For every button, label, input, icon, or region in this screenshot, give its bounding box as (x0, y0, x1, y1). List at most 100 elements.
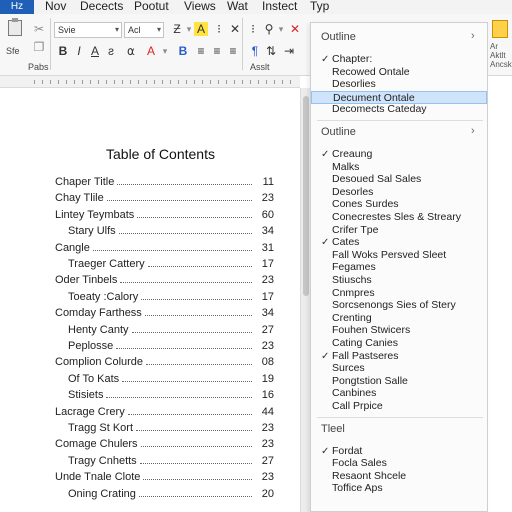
menu-item-wat[interactable]: Wat (227, 0, 248, 12)
panel-menu-item[interactable]: Crifer Tpe (311, 224, 487, 237)
panel-menu-item[interactable]: Pongtstion Salle (311, 375, 487, 388)
align-left-icon[interactable]: ≡ (194, 44, 208, 58)
menu-item-decects[interactable]: Decects (80, 0, 123, 12)
text-effects-icon[interactable]: ⍺ (124, 44, 138, 58)
panel-menu-item[interactable]: ✓ Fordat (311, 445, 487, 458)
checkmark-icon: ✓ (321, 237, 330, 249)
panel-menu-item[interactable]: Desorlies (311, 78, 487, 91)
bullets-icon[interactable]: ⁝ (246, 22, 260, 36)
toc-entry[interactable]: Oning Crating 20 (68, 488, 274, 502)
bold-button[interactable]: B (56, 44, 70, 58)
align-center-icon[interactable]: ≡ (210, 44, 224, 58)
panel-menu-item-label: Fall Pastseres (332, 349, 399, 362)
panel-menu-item-label: Cones Surdes (332, 198, 399, 211)
toc-entry[interactable]: Of To Kats 19 (68, 373, 274, 387)
italic-button[interactable]: I (72, 44, 86, 58)
styles-gallery-icon[interactable] (492, 20, 508, 38)
toc-entry[interactable]: Peplosse 23 (68, 340, 274, 354)
sort-icon[interactable]: ⇅ (264, 44, 278, 58)
toc-entry[interactable]: Oder Tinbels 23 (55, 274, 274, 288)
panel-menu-item[interactable]: Decomects Cateday (311, 103, 487, 116)
toc-entry-title: Traeger Cattery (68, 258, 145, 270)
panel-menu-item[interactable]: Decument Ontale (311, 90, 487, 104)
panel-menu-item[interactable]: ✓ Cates (311, 236, 487, 249)
chevron-right-icon[interactable]: › (471, 125, 475, 137)
font-name-value: Svie (58, 25, 76, 35)
panel-menu-item[interactable]: Crenting (311, 312, 487, 325)
toc-entry[interactable]: Unde Tnale Clote 23 (55, 471, 274, 485)
toc-entry[interactable]: Complion Colurde 08 (55, 356, 274, 370)
strikethrough-icon[interactable]: ƨ (104, 44, 118, 58)
ribbon-divider (242, 18, 243, 70)
toc-entry[interactable]: Comday Farthess 34 (55, 307, 274, 321)
toc-entry[interactable]: Cangle 31 (55, 242, 274, 256)
panel-menu-item[interactable]: Conecrestes Sles & Streary (311, 211, 487, 224)
panel-menu-item[interactable]: Cones Surdes (311, 198, 487, 211)
toc-entry[interactable]: Chay Tlile 23 (55, 192, 274, 206)
highlight-icon[interactable]: A (194, 22, 208, 36)
panel-menu-item[interactable]: Desorles (311, 186, 487, 199)
font-name-dropdown[interactable]: Svie ▾ (54, 22, 122, 38)
panel-menu-item[interactable]: Stiuschs (311, 274, 487, 287)
paste-button[interactable]: Sfe (2, 18, 28, 70)
panel-menu-item[interactable]: Fall Woks Persved Sleet (311, 249, 487, 262)
panel-menu-item[interactable]: Cating Canies (311, 337, 487, 350)
toc-entry[interactable]: Toeaty :Calory 17 (68, 291, 274, 305)
font-size-dropdown[interactable]: Acl ▾ (124, 22, 164, 38)
toc-entry[interactable]: Stary Ulfs 34 (68, 225, 274, 239)
panel-menu-item[interactable]: ✓ Chapter: (311, 53, 487, 66)
toc-entry[interactable]: Lacrage Crery 44 (55, 406, 274, 420)
panel-menu-item[interactable]: Surces (311, 362, 487, 375)
chevron-down-icon[interactable]: ▾ (158, 44, 172, 58)
panel-menu-item[interactable]: Fegames (311, 261, 487, 274)
scrollbar-thumb[interactable] (303, 96, 309, 296)
chevron-down-icon[interactable]: ▾ (274, 22, 288, 36)
ruler-tick (226, 80, 227, 84)
panel-menu-item[interactable]: Cnmpres (311, 287, 487, 300)
toc-entry[interactable]: Lintey Teymbats 60 (55, 209, 274, 223)
panel-menu-item[interactable]: ✓ Creaung (311, 148, 487, 161)
toc-entry[interactable]: Stisiets 16 (68, 389, 274, 403)
vertical-scrollbar[interactable] (300, 88, 310, 512)
close-icon[interactable]: ✕ (288, 22, 302, 36)
menu-item-instect[interactable]: Instect (262, 0, 297, 12)
panel-menu-item[interactable]: Sorcsenongs Sies of Stery (311, 299, 487, 312)
panel-menu-item[interactable]: Call Prpice (311, 400, 487, 413)
chevron-right-icon[interactable]: › (471, 30, 475, 42)
paragraph-icon[interactable]: ¶ (248, 44, 262, 58)
panel-menu-item[interactable]: ✓ Fall Pastseres (311, 350, 487, 363)
paste-label: Sfe (6, 46, 20, 56)
toc-entry[interactable]: Comage Chulers 23 (55, 438, 274, 452)
menu-item-nov[interactable]: Nov (45, 0, 66, 12)
panel-menu-item[interactable]: Canbines (311, 387, 487, 400)
panel-menu-item[interactable]: Desoued Sal Sales (311, 173, 487, 186)
toc-entry[interactable]: Tragg St Kort 23 (68, 422, 274, 436)
toc-entry[interactable]: Chaper Title 11 (55, 176, 274, 190)
panel-menu-item[interactable]: Malks (311, 161, 487, 174)
font-color-icon[interactable]: A (144, 44, 158, 58)
panel-menu-item[interactable]: Toffice Aps (311, 482, 487, 495)
panel-menu-item[interactable]: Focla Sales (311, 457, 487, 470)
align-right-icon[interactable]: ≡ (226, 44, 240, 58)
copy-icon[interactable]: ❐ (32, 40, 46, 54)
document-page[interactable]: Table of Contents Chaper Title 11 Chay Tli… (0, 88, 300, 512)
toc-entry[interactable]: Tragy Cnhetts 27 (68, 455, 274, 469)
panel-menu-item[interactable]: Resaont Shcele (311, 470, 487, 483)
panel-menu-item[interactable]: Fouhen Stwicers (311, 324, 487, 337)
list-icon[interactable]: ⁝ (212, 22, 226, 36)
horizontal-ruler[interactable] (0, 76, 300, 88)
toc-entry-title: Chaper Title (55, 176, 115, 188)
bold-blue-icon[interactable]: B (176, 44, 190, 58)
file-tab[interactable]: Hz (0, 0, 34, 14)
menu-item-views[interactable]: Views (184, 0, 216, 12)
menu-item-typ[interactable]: Typ (310, 0, 329, 12)
panel-separator (317, 120, 483, 121)
toc-entry[interactable]: Henty Canty 27 (68, 324, 274, 338)
indent-icon[interactable]: ⇥ (282, 44, 296, 58)
panel-menu-item[interactable]: Recowed Ontale (311, 66, 487, 79)
clear-format-icon[interactable]: ✕ (228, 22, 242, 36)
toc-entry[interactable]: Traeger Cattery 17 (68, 258, 274, 272)
menu-item-pootut[interactable]: Pootut (134, 0, 169, 12)
cut-icon[interactable]: ✂ (32, 22, 46, 36)
underline-button[interactable]: A (88, 44, 102, 58)
